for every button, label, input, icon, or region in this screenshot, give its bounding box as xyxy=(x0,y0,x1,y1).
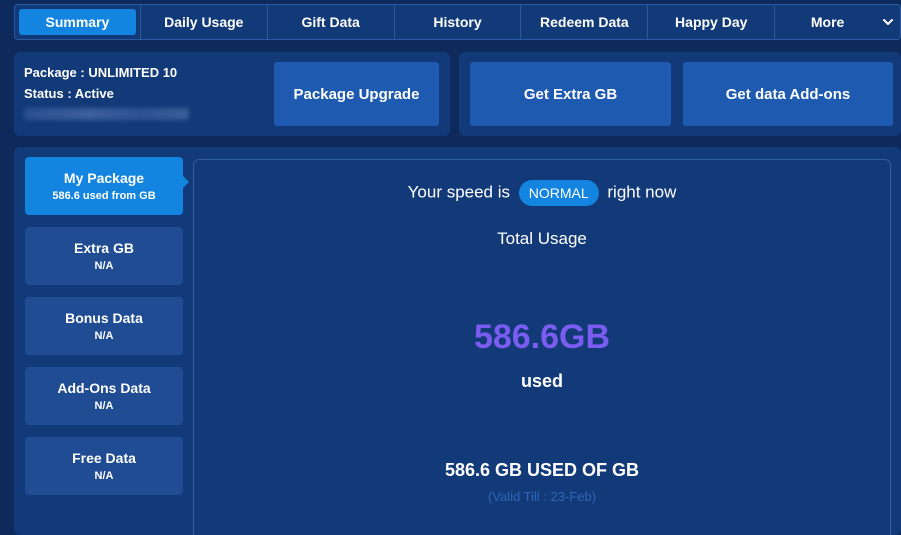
total-usage-label: Total Usage xyxy=(497,229,587,248)
tab-gift-data[interactable]: Gift Data xyxy=(268,5,395,39)
tab-more[interactable]: More xyxy=(775,5,900,39)
package-upgrade-button[interactable]: Package Upgrade xyxy=(274,62,439,126)
tab-history[interactable]: History xyxy=(395,5,522,39)
tab-summary[interactable]: Summary xyxy=(15,5,141,39)
sidebar-item-title: Add-Ons Data xyxy=(57,380,151,396)
package-name: Package : UNLIMITED 10 xyxy=(24,65,178,80)
usage-unit-label: used xyxy=(520,371,563,391)
sidebar-item-sub: N/A xyxy=(94,330,114,342)
sidebar-item-bonus-data[interactable]: Bonus Data N/A xyxy=(25,297,183,355)
speed-prefix: Your speed is xyxy=(407,182,511,202)
speed-line: Your speed is NORMAL right now xyxy=(194,180,890,206)
validity-date: (Valid Till : 23-Feb) xyxy=(487,489,597,504)
tab-redeem-data[interactable]: Redeem Data xyxy=(521,5,649,39)
usage-summary: 586.6 GB USED OF GB xyxy=(444,460,640,480)
sidebar-item-my-package[interactable]: My Package 586.6 used from GB xyxy=(25,157,183,215)
usage-content-panel: Your speed is NORMAL right now Total Usa… xyxy=(193,159,891,535)
sidebar-item-addons-data[interactable]: Add-Ons Data N/A xyxy=(25,367,183,425)
tab-daily-usage[interactable]: Daily Usage xyxy=(141,5,268,39)
sidebar-item-sub: N/A xyxy=(94,400,114,412)
tab-summary-label: Summary xyxy=(19,9,136,35)
get-extra-gb-button[interactable]: Get Extra GB xyxy=(470,62,671,126)
sidebar-item-title: Free Data xyxy=(72,450,136,466)
sidebar-item-sub: N/A xyxy=(94,260,114,272)
speed-suffix: right now xyxy=(607,182,677,202)
speed-status-badge: NORMAL xyxy=(518,180,599,206)
package-status: Status : Active xyxy=(24,86,114,101)
chevron-down-icon xyxy=(883,19,894,25)
sidebar-item-extra-gb[interactable]: Extra GB N/A xyxy=(25,227,183,285)
sidebar-item-sub: N/A xyxy=(94,470,114,482)
tab-more-label: More xyxy=(810,14,845,30)
get-data-addons-button[interactable]: Get data Add-ons xyxy=(683,62,893,126)
sidebar-item-title: Extra GB xyxy=(74,240,134,256)
main-panel: My Package 586.6 used from GB Extra GB N… xyxy=(14,147,901,535)
active-indicator-arrow xyxy=(183,176,189,188)
redacted-account-id xyxy=(24,108,189,120)
action-panel: Get Extra GB Get data Add-ons xyxy=(459,52,901,136)
account-info-panel: Package : UNLIMITED 10 Status : Active P… xyxy=(14,52,450,136)
top-nav: Summary Daily Usage Gift Data History Re… xyxy=(14,4,901,40)
sidebar-item-sub: 586.6 used from GB xyxy=(52,190,156,202)
sidebar-item-free-data[interactable]: Free Data N/A xyxy=(25,437,183,495)
usage-value: 586.6GB xyxy=(473,318,611,356)
sidebar-item-title: Bonus Data xyxy=(65,310,143,326)
tab-happy-day[interactable]: Happy Day xyxy=(648,5,776,39)
sidebar-item-title: My Package xyxy=(63,170,145,186)
